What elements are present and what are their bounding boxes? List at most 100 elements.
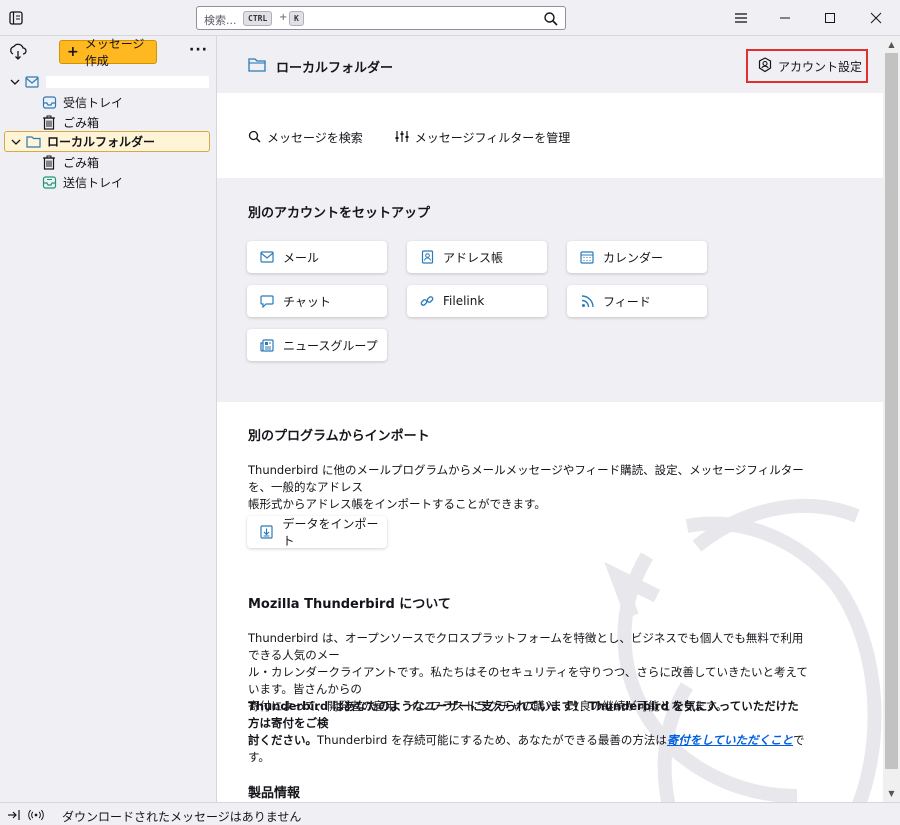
more-options-icon[interactable]: ··· bbox=[189, 42, 208, 58]
folder-local-folders[interactable]: ローカルフォルダー bbox=[4, 131, 210, 152]
account-settings-label: アカウント設定 bbox=[778, 59, 863, 74]
setup-section: 別のアカウントをセットアップ メール アドレス帳 カレンダー チャット File… bbox=[217, 178, 883, 402]
outbox-icon bbox=[41, 174, 57, 190]
compose-label: メッセージ作成 bbox=[84, 37, 145, 68]
folder-title: ローカルフォルダー bbox=[248, 57, 393, 76]
donate-line-2-bold: 討ください。 bbox=[248, 733, 317, 747]
setup-chat-label: チャット bbox=[283, 294, 331, 309]
setup-mail-button[interactable]: メール bbox=[247, 241, 387, 273]
folder-trash-local-label: ごみ箱 bbox=[63, 155, 100, 170]
account-central-header: ローカルフォルダー アカウント設定 bbox=[217, 36, 883, 93]
scrollbar-thumb[interactable] bbox=[885, 53, 898, 769]
setup-heading: 別のアカウントをセットアップ bbox=[248, 206, 431, 221]
donate-line-2: 討ください。Thunderbird を存続可能にするため、あなたができる最善の方… bbox=[248, 732, 808, 766]
get-messages-icon[interactable] bbox=[9, 43, 27, 61]
collapse-pane-icon[interactable] bbox=[6, 807, 22, 823]
setup-addressbook-label: アドレス帳 bbox=[443, 250, 504, 265]
import-data-button[interactable]: データをインポート bbox=[247, 516, 387, 548]
spaces-toolbar-icon[interactable] bbox=[6, 8, 26, 28]
trash-icon bbox=[41, 114, 57, 130]
donate-line-1: Thunderbird はあなたのようなユーザーに支えられています！ Thund… bbox=[248, 699, 799, 730]
search-messages-link[interactable]: メッセージを検索 bbox=[248, 129, 363, 146]
online-status-icon[interactable] bbox=[28, 807, 44, 823]
trash-icon bbox=[41, 154, 57, 170]
search-icon bbox=[248, 130, 261, 146]
folder-actions: メッセージを検索 メッセージフィルターを管理 bbox=[248, 129, 570, 146]
import-description: Thunderbird に他のメールプログラムからメールメッセージやフィード購読… bbox=[248, 462, 808, 513]
account-name-redaction bbox=[46, 76, 209, 88]
folder-trash[interactable]: ごみ箱 bbox=[41, 112, 99, 132]
setup-mail-label: メール bbox=[283, 250, 320, 265]
setup-addressbook-button[interactable]: アドレス帳 bbox=[407, 241, 547, 273]
chevron-down-icon[interactable] bbox=[10, 136, 22, 148]
folder-icon bbox=[248, 57, 266, 76]
product-info-heading: 製品情報 bbox=[248, 786, 301, 801]
folder-outbox[interactable]: 送信トレイ bbox=[41, 172, 123, 192]
status-bar: ダウンロードされたメッセージはありません bbox=[0, 802, 900, 825]
folder-local-folders-label: ローカルフォルダー bbox=[47, 135, 156, 149]
mail-icon bbox=[260, 250, 274, 264]
calendar-icon bbox=[580, 250, 594, 264]
manage-filters-label: メッセージフィルターを管理 bbox=[414, 131, 571, 145]
about-line-2: ル・カレンダークライアントです。私たちはそのセキュリティを守りつつ、さらに改善し… bbox=[248, 665, 808, 696]
rss-icon bbox=[580, 294, 594, 308]
manage-filters-link[interactable]: メッセージフィルターを管理 bbox=[395, 129, 571, 146]
about-line-1: Thunderbird は、オープンソースでクロスプラットフォームを特徴とし、ビ… bbox=[248, 631, 804, 662]
chevron-down-icon[interactable] bbox=[9, 76, 21, 88]
import-data-label: データをインポート bbox=[282, 517, 379, 548]
close-icon[interactable] bbox=[864, 6, 888, 30]
folder-pane: + メッセージ作成 ··· 受信トレイ ごみ箱 ローカルフォルダー ごみ箱 送信… bbox=[0, 36, 217, 802]
plus-icon: + bbox=[67, 44, 79, 60]
setup-newsgroups-label: ニュースグループ bbox=[283, 338, 378, 353]
vertical-scrollbar[interactable]: ▲ ▼ bbox=[883, 36, 900, 802]
mail-account-icon bbox=[24, 74, 40, 90]
scroll-up-icon[interactable]: ▲ bbox=[883, 36, 900, 53]
setup-feeds-label: フィード bbox=[603, 294, 651, 309]
setup-filelink-button[interactable]: Filelink bbox=[407, 285, 547, 317]
chat-icon bbox=[260, 294, 274, 308]
filter-icon bbox=[395, 130, 409, 146]
inbox-icon bbox=[41, 94, 57, 110]
about-heading: Mozilla Thunderbird について bbox=[248, 597, 451, 612]
folder-title-text: ローカルフォルダー bbox=[276, 61, 394, 76]
setup-feeds-button[interactable]: フィード bbox=[567, 285, 707, 317]
scroll-down-icon[interactable]: ▼ bbox=[883, 785, 900, 802]
kbd-ctrl: CTRL bbox=[243, 11, 273, 26]
folder-icon bbox=[25, 134, 41, 150]
import-line-2: 帳形式からアドレス帳をインポートすることができます。 bbox=[248, 497, 546, 511]
account-settings-icon bbox=[758, 56, 772, 76]
minimize-icon[interactable] bbox=[773, 6, 797, 30]
import-icon bbox=[260, 525, 274, 539]
donate-description: Thunderbird はあなたのようなユーザーに支えられています！ Thund… bbox=[248, 698, 808, 766]
account-settings-button[interactable]: アカウント設定 bbox=[746, 49, 868, 83]
kbd-plus: + bbox=[279, 12, 288, 23]
setup-chat-button[interactable]: チャット bbox=[247, 285, 387, 317]
donate-link[interactable]: 寄付をしていただくこと bbox=[667, 733, 793, 747]
compose-button[interactable]: + メッセージ作成 bbox=[59, 37, 157, 68]
status-text: ダウンロードされたメッセージはありません bbox=[62, 810, 302, 824]
title-bar: 検索... CTRL + K bbox=[0, 0, 900, 36]
address-book-icon bbox=[420, 250, 434, 264]
global-search-input[interactable]: 検索... CTRL + K bbox=[196, 6, 566, 30]
setup-filelink-label: Filelink bbox=[443, 294, 485, 308]
search-icon[interactable] bbox=[543, 11, 559, 27]
setup-newsgroups-button[interactable]: ニュースグループ bbox=[247, 329, 387, 361]
maximize-icon[interactable] bbox=[818, 6, 842, 30]
donate-line-2-text: Thunderbird を存続可能にするため、あなたができる最善の方法は bbox=[317, 733, 667, 747]
folder-outbox-label: 送信トレイ bbox=[63, 175, 124, 190]
folder-inbox[interactable]: 受信トレイ bbox=[41, 92, 123, 112]
search-placeholder: 検索... bbox=[204, 14, 237, 27]
folder-inbox-label: 受信トレイ bbox=[63, 95, 124, 110]
app-menu-icon[interactable] bbox=[729, 6, 753, 30]
newspaper-icon bbox=[260, 338, 274, 352]
folder-trash-local[interactable]: ごみ箱 bbox=[41, 152, 99, 172]
search-messages-label: メッセージを検索 bbox=[267, 131, 363, 145]
kbd-k: K bbox=[289, 11, 304, 26]
import-line-1: Thunderbird に他のメールプログラムからメールメッセージやフィード購読… bbox=[248, 463, 804, 494]
folder-trash-label: ごみ箱 bbox=[63, 115, 100, 130]
setup-calendar-button[interactable]: カレンダー bbox=[567, 241, 707, 273]
account-central-pane: ローカルフォルダー アカウント設定 メッセージを検索 メッセージフィルターを管理… bbox=[217, 36, 883, 802]
folder-pane-header: + メッセージ作成 ··· bbox=[0, 36, 216, 68]
link-icon bbox=[420, 294, 434, 308]
setup-calendar-label: カレンダー bbox=[603, 250, 664, 265]
